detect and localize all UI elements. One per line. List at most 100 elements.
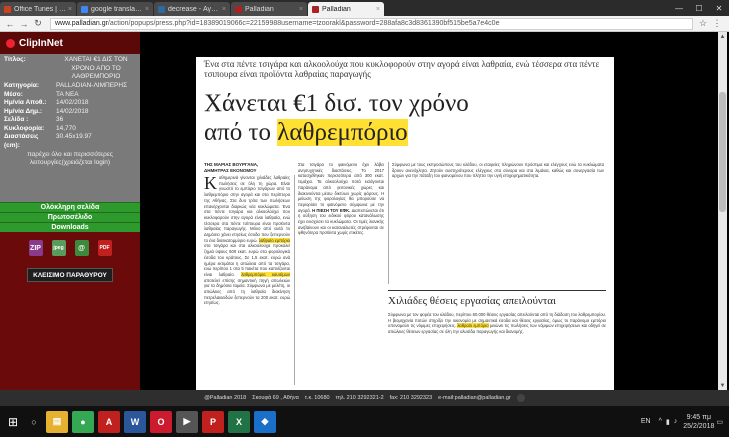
email-icon[interactable]: @	[74, 240, 90, 256]
tab-label: Office Tunes | Κοσ...	[14, 5, 66, 13]
tab-label: google translate - Αναζ...	[91, 5, 143, 13]
meta-row: Σελίδα : 36	[4, 116, 136, 125]
pdf-glyph: PDF	[97, 240, 112, 256]
excel-icon[interactable]: X	[228, 410, 250, 433]
logo: ClipInNet	[0, 32, 140, 54]
reload-icon[interactable]: ↻	[32, 18, 44, 30]
browser-tab-active[interactable]: Palladian ×	[308, 2, 384, 16]
media-icon[interactable]: ▶	[176, 410, 198, 433]
site-footer: @Palladian 2018 Σκουφά 69 , Αθήνα τ.κ. 1…	[0, 390, 729, 406]
close-icon[interactable]: ×	[299, 6, 303, 13]
footer-brand: @Palladian 2018	[204, 395, 247, 401]
volume-icon[interactable]: ♪	[674, 418, 678, 425]
box-title: Χιλιάδες θέσεις εργασίας απειλούνται	[388, 295, 557, 307]
system-tray: EN ^ ▮ ♪ 9:45 πμ 25/2/2018 ▭	[641, 413, 729, 431]
col-text: Σύμφωνα με τους εκπροσώπους του κλάδου, …	[392, 162, 604, 179]
star-icon[interactable]: ☆	[697, 18, 709, 30]
browser-tab[interactable]: Palladian ×	[231, 2, 307, 16]
nav-front-page[interactable]: Πρωτοσέλιδο	[0, 212, 140, 222]
meta-label: Τίτλος:	[4, 56, 26, 63]
winrar-glyph: ZIP	[28, 240, 43, 256]
meta-value: ΤΑ ΝΕΑ	[56, 90, 79, 98]
meta-value: ΧΑΝΕΤΑΙ €1 ΔΙΣ ΤΟΝ ΧΡΟΝΟ ΑΠΟ ΤΟ ΛΑΘΡΕΜΠΟ…	[64, 56, 128, 80]
tray-chevron-icon[interactable]: ^	[659, 418, 662, 425]
close-window-icon[interactable]: ✕	[709, 0, 729, 16]
scroll-thumb[interactable]	[719, 92, 726, 212]
tab-label: Palladian	[322, 5, 351, 13]
browser-tab[interactable]: decrease - Αγγλοελλην... ×	[154, 2, 230, 16]
scrollbar[interactable]: ▲ ▼	[718, 32, 727, 390]
article-byline: ΤΗΣ ΜΑΡΙΑΣ ΒΟΥΡΓΑΝΑ, ΔΗΜΗΤΡΑΣ ΕΚΟΝΟΜΟΥ	[204, 162, 258, 173]
nav-downloads[interactable]: Downloads	[0, 222, 140, 232]
chrome-icon[interactable]: ●	[72, 410, 94, 433]
meta-label: Μέσο:	[4, 90, 23, 98]
windows-start-icon[interactable]: ⊞	[2, 411, 24, 433]
close-icon[interactable]: ×	[376, 6, 380, 13]
meta-row: Μέσο: ΤΑ ΝΕΑ	[4, 91, 136, 100]
text-highlight: λαθραίο εμπόριο	[258, 237, 290, 243]
url-host: www.palladian.gr	[55, 20, 108, 27]
clock-date: 25/2/2018	[683, 422, 715, 430]
close-window-button[interactable]: ΚΛΕΙΣΙΜΟ ΠΑΡΑΘΥΡΟΥ	[27, 268, 113, 282]
meta-value: PALLADIAN-ΛΙΜΠΕΡΗΣ	[56, 82, 128, 89]
minimize-icon[interactable]: —	[669, 0, 689, 16]
jpeg-icon[interactable]: jpeg	[51, 240, 67, 256]
close-icon[interactable]: ×	[222, 6, 226, 13]
clock-time: 9:45 πμ	[686, 413, 712, 421]
pdf-reader-icon[interactable]: P	[202, 410, 224, 433]
meta-row: Ημ/νία Αποθ.: 14/02/2018	[4, 99, 136, 108]
menu-icon[interactable]: ⋮	[711, 18, 723, 30]
meta-value: 30.45x19.97	[56, 133, 92, 140]
meta-row: Ημ/νία Δημ.: 14/02/2018	[4, 108, 136, 117]
close-icon[interactable]: ×	[145, 6, 149, 13]
footer-phone: τηλ. 210 3292321-2	[335, 395, 384, 401]
favicon-icon	[312, 5, 319, 13]
logo-text: ClipInNet	[19, 37, 63, 49]
browser-tab[interactable]: google translate - Αναζ... ×	[77, 2, 153, 16]
scroll-up-icon[interactable]: ▲	[718, 32, 727, 41]
col-text: Στα τσιγάρα το φαινόμενο έχει λάβει ανησ…	[298, 162, 384, 213]
clock[interactable]: 9:45 πμ 25/2/2018	[683, 413, 714, 431]
column-divider	[388, 162, 389, 284]
favicon-icon	[235, 5, 242, 13]
word-icon[interactable]: W	[124, 410, 146, 433]
url-input[interactable]: www.palladian.gr/action/popups/press.php…	[50, 17, 693, 30]
article-column-3: Σύμφωνα με τους εκπροσώπους του κλάδου, …	[392, 162, 604, 284]
footer-address: Σκουφά 69 , Αθήνα	[252, 395, 299, 401]
text-highlight: λαθρεμπόριο καυσίμων	[241, 271, 290, 277]
back-icon[interactable]: ←	[4, 18, 16, 30]
meta-row: Κατηγορία: PALLADIAN-ΛΙΜΠΕΡΗΣ	[4, 82, 136, 91]
dropcap: Κ	[204, 175, 217, 193]
nav-full-page[interactable]: Ολόκληρη σελίδα	[0, 202, 140, 212]
article-clipping: Ένα στα πέντε τσιγάρα και αλκοολούχα που…	[196, 57, 614, 390]
screen: Office Tunes | Κοσ... × google translate…	[0, 0, 729, 437]
network-icon[interactable]: ▮	[666, 418, 670, 426]
language-indicator[interactable]: EN	[641, 418, 651, 425]
search-icon[interactable]: ○	[24, 412, 44, 432]
scroll-down-icon[interactable]: ▼	[718, 381, 727, 390]
notifications-icon[interactable]: ▭	[716, 418, 723, 426]
favicon-icon	[81, 5, 88, 13]
download-icons: ZIP jpeg @ PDF	[0, 232, 140, 262]
meta-row: Διαστάσεις (cm): 30.45x19.97	[4, 133, 136, 150]
maximize-icon[interactable]: ☐	[689, 0, 709, 16]
headline-line-1: Χάνεται €1 δισ. τον χρόνο	[204, 90, 469, 117]
acrobat-icon[interactable]: A	[98, 410, 120, 433]
meta-value: 14/02/2018	[56, 99, 89, 106]
file-explorer-icon[interactable]: ▤	[46, 410, 68, 433]
browser-tab[interactable]: Office Tunes | Κοσ... ×	[0, 2, 76, 16]
col-text: αποτελεί επίσης σημαντική πηγή απωλειών …	[204, 277, 290, 306]
pdf-icon[interactable]: PDF	[97, 240, 113, 256]
close-icon[interactable]: ×	[68, 6, 72, 13]
blue-app-icon[interactable]: ◆	[254, 410, 276, 433]
footer-fax: fax: 210 3292323	[389, 395, 433, 401]
forward-icon[interactable]: →	[18, 18, 30, 30]
article-headline: Χάνεται €1 δισ. τον χρόνο από το λαθρεμπ…	[204, 89, 494, 147]
winrar-icon[interactable]: ZIP	[28, 240, 44, 256]
left-panel: ClipInNet Τίτλος: ΧΑΝΕΤΑΙ €1 ΔΙΣ ΤΟΝ ΧΡΟ…	[0, 32, 140, 390]
text-highlight: λαθραίο εμπόριο	[457, 323, 489, 329]
headline-part: από το	[204, 119, 278, 146]
opera-icon[interactable]: O	[150, 410, 172, 433]
footer-postcode: τ.κ. 10680	[304, 395, 330, 401]
footer-email[interactable]: e-mail:palladian@palladian.gr	[438, 395, 511, 401]
